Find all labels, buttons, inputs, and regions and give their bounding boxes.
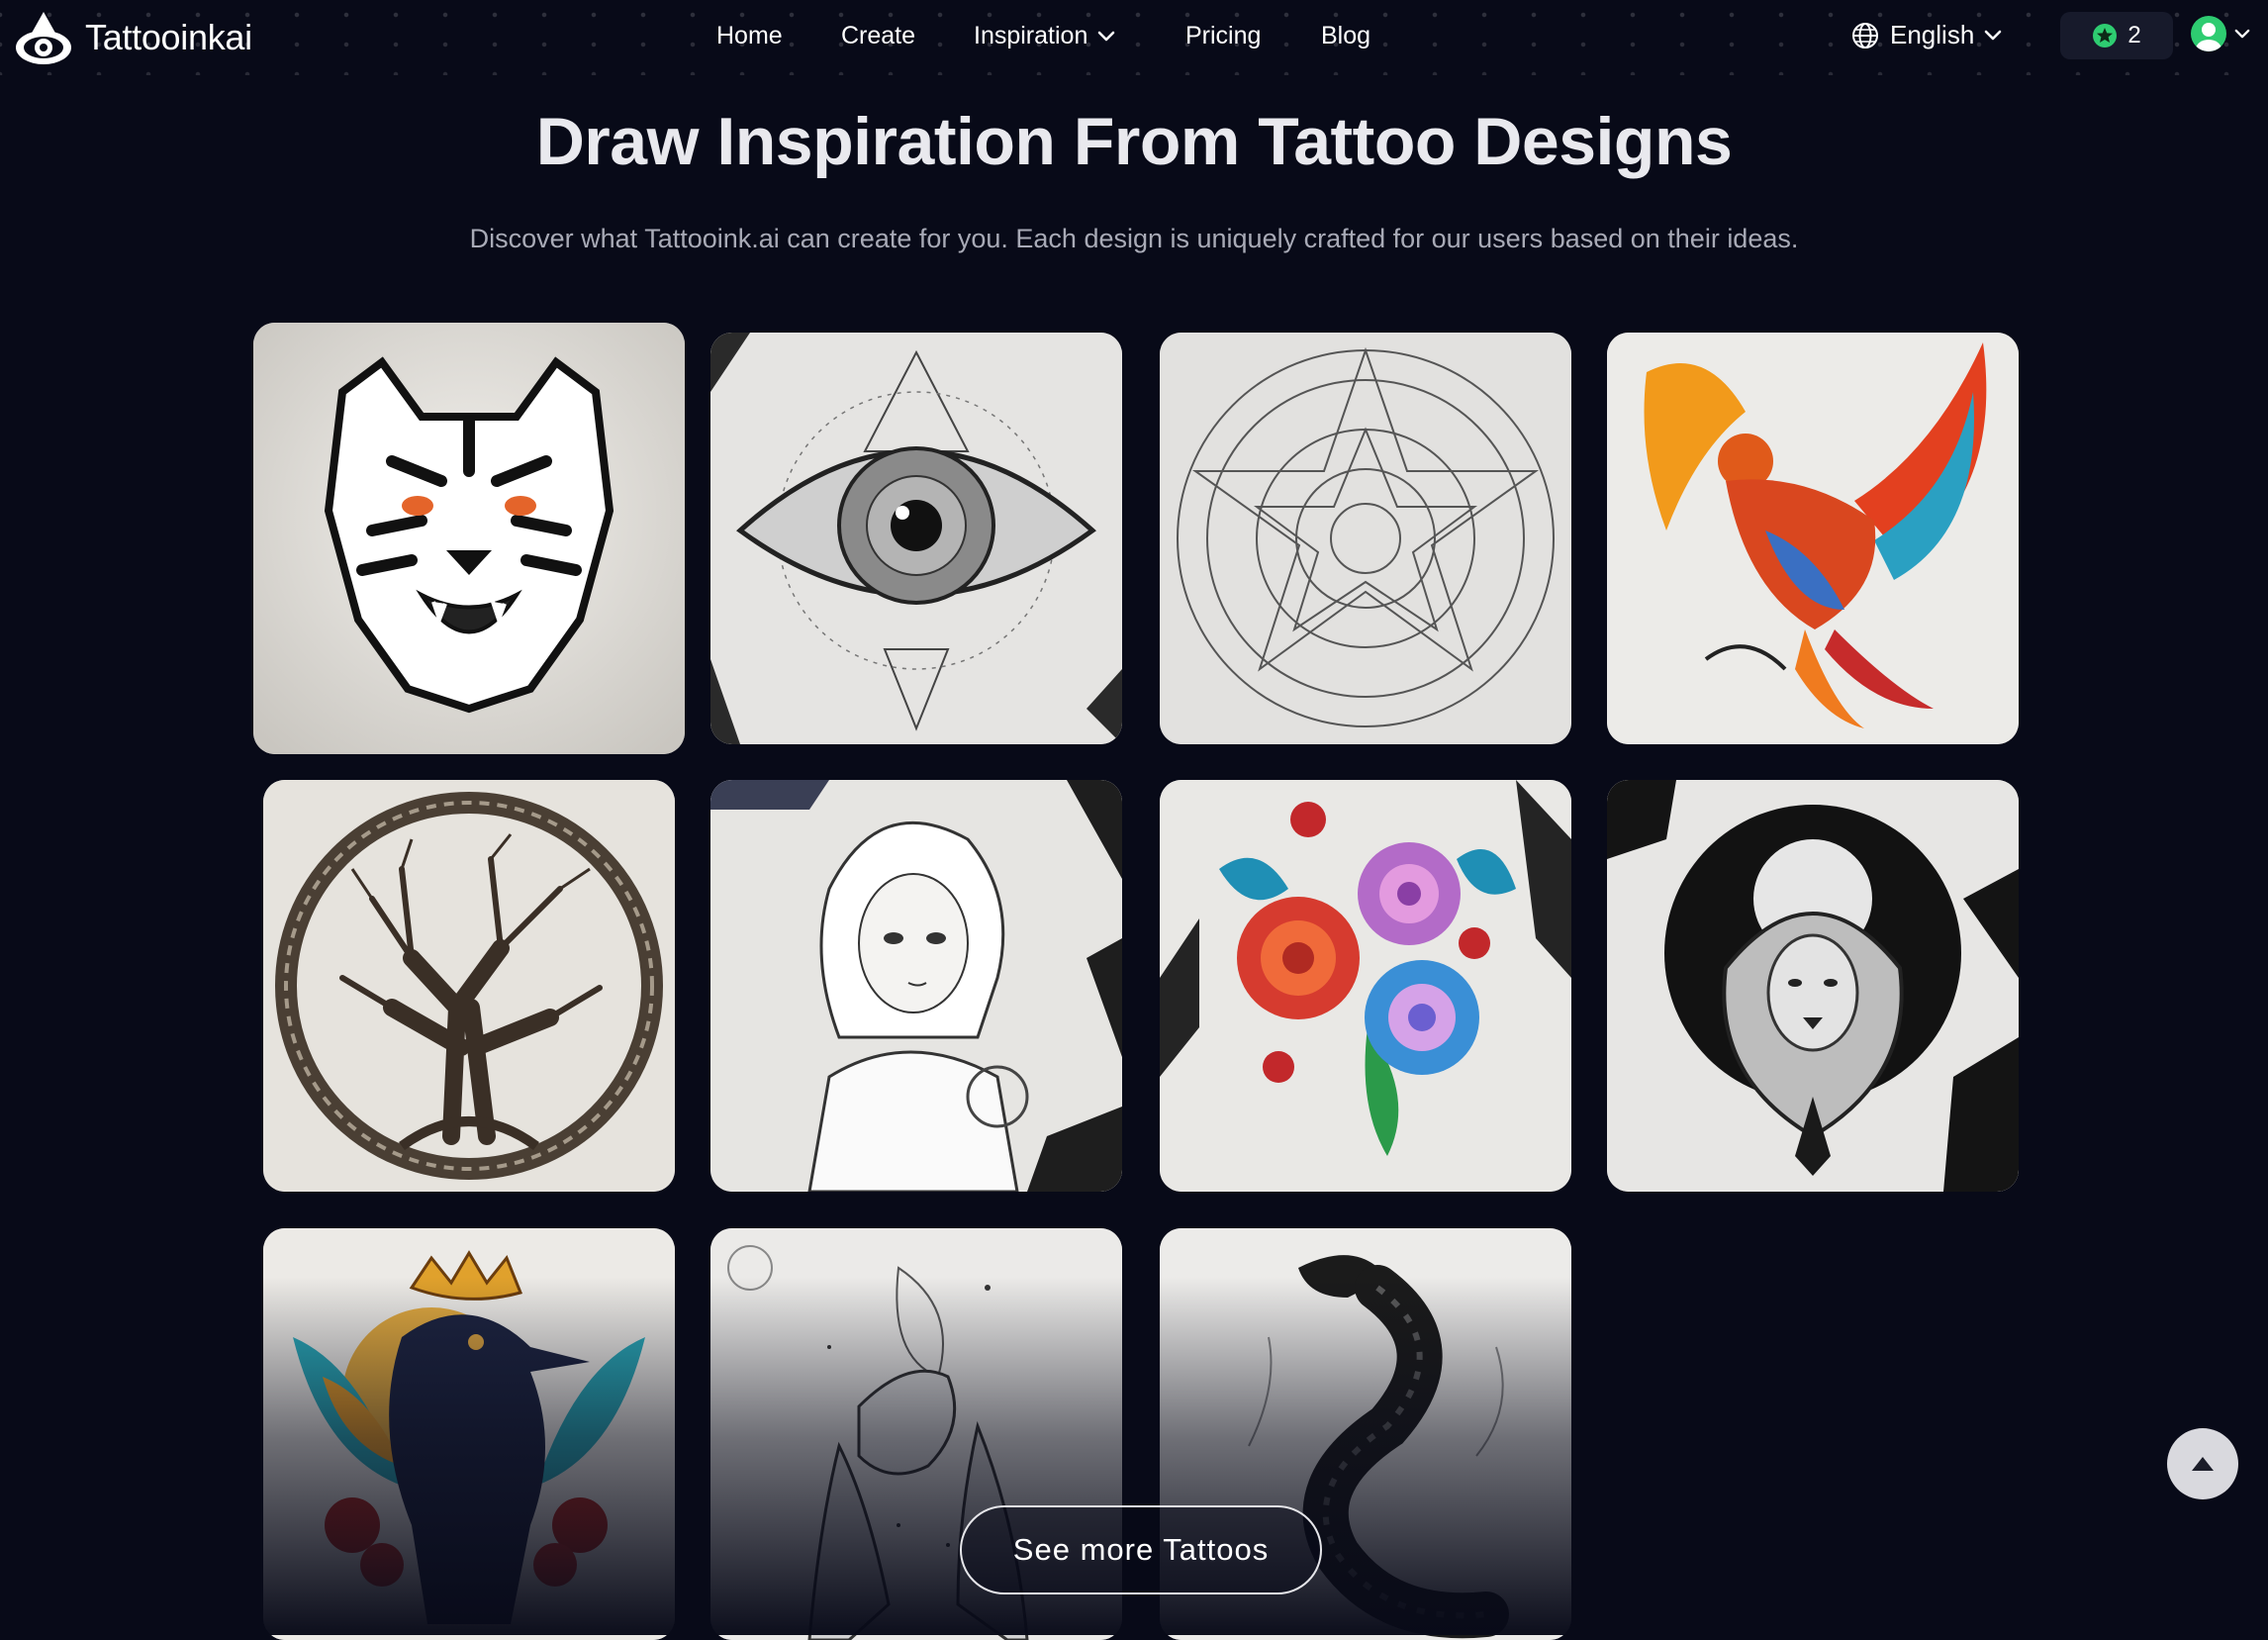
tattoo-card-lion-moon[interactable] <box>1607 780 2019 1192</box>
tree-of-life-image <box>263 780 675 1192</box>
language-label: English <box>1890 20 1975 49</box>
tattoo-card-mandala[interactable] <box>1160 333 1571 744</box>
tattoo-card-anime-girl[interactable] <box>710 780 1122 1192</box>
crowned-raven-image <box>263 1228 675 1640</box>
nav-home-label: Home <box>716 22 783 49</box>
nav-inspiration[interactable]: Inspiration <box>974 22 1115 50</box>
roses-image <box>1160 780 1571 1192</box>
lion-moon-image <box>1607 780 2019 1192</box>
top-navbar: Tattooinkai Home Create Inspiration Pric… <box>0 0 2268 75</box>
nav-pricing[interactable]: Pricing <box>1185 22 1261 50</box>
phoenix-image <box>1607 333 2019 744</box>
chevron-down-icon <box>1984 30 2002 40</box>
arrow-up-icon <box>2192 1457 2214 1471</box>
user-avatar-icon <box>2191 16 2226 51</box>
user-menu[interactable] <box>2191 16 2250 51</box>
star-badge-icon <box>2093 24 2118 48</box>
page-subtitle: Discover what Tattooink.ai can create fo… <box>469 224 1799 253</box>
anime-girl-image <box>710 780 1122 1192</box>
eye-logo-icon <box>16 12 71 64</box>
globe-icon <box>1852 22 1878 48</box>
chevron-down-icon <box>2234 29 2250 38</box>
tattoo-card-roses[interactable] <box>1160 780 1571 1192</box>
nav-blog-label: Blog <box>1321 22 1371 49</box>
brand-logo-link[interactable]: Tattooinkai <box>14 8 252 67</box>
tattoo-card-tree-of-life[interactable] <box>263 780 675 1192</box>
tiger-image <box>253 323 685 754</box>
brand-name: Tattooinkai <box>85 17 252 57</box>
scroll-to-top-button[interactable] <box>2167 1428 2238 1499</box>
tattoo-card-tiger[interactable] <box>253 323 685 754</box>
nav-blog[interactable]: Blog <box>1321 22 1370 50</box>
language-selector[interactable]: English <box>1850 20 2002 50</box>
mandala-image <box>1160 333 1571 744</box>
nav-home[interactable]: Home <box>716 22 783 50</box>
nav-create[interactable]: Create <box>841 22 915 50</box>
nav-create-label: Create <box>841 22 916 49</box>
nav-pricing-label: Pricing <box>1185 22 1262 49</box>
tattoo-card-eye[interactable] <box>710 333 1122 744</box>
page-title: Draw Inspiration From Tattoo Designs <box>535 104 1733 179</box>
credits-badge[interactable]: 2 <box>2060 12 2173 59</box>
eye-image <box>710 333 1122 744</box>
credits-count: 2 <box>2127 22 2141 48</box>
tattoo-card-phoenix[interactable] <box>1607 333 2019 744</box>
nav-inspiration-label: Inspiration <box>974 22 1088 49</box>
chevron-down-icon <box>1098 31 1115 41</box>
tattoo-card-crowned-raven[interactable] <box>263 1228 675 1640</box>
see-more-tattoos-button[interactable]: See more Tattoos <box>960 1505 1322 1594</box>
